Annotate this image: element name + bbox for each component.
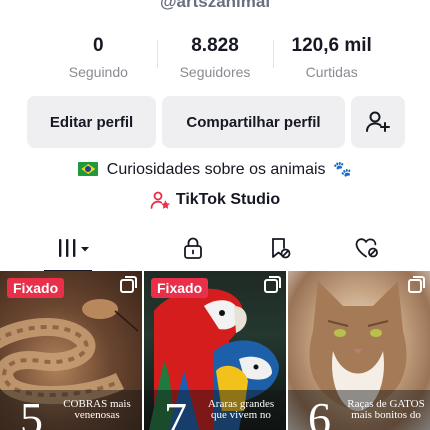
tiktok-studio-icon (150, 191, 170, 209)
stat-likes-label: Curtidas (305, 64, 358, 80)
brazil-flag-icon (78, 162, 99, 176)
stat-followers-value: 8.828 (191, 35, 239, 56)
pinned-badge: Fixado (151, 278, 209, 298)
stat-following[interactable]: 0 Seguindo (40, 34, 157, 80)
profile-stats: 0 Seguindo 8.828 Seguidores 120,6 mil Cu… (40, 34, 390, 80)
video-thumbnail[interactable]: Fixado 5 COBRAS mais venenosas (0, 271, 142, 430)
pinned-badge: Fixado (7, 278, 65, 298)
add-user-icon (366, 111, 390, 132)
liked-heart-icon (355, 238, 378, 258)
tab-videos[interactable] (0, 226, 150, 272)
video-grid: Fixado 5 COBRAS mais venenosas Fixado 7 … (0, 271, 430, 430)
tab-saved[interactable] (237, 226, 324, 270)
bio-text: Curiosidades sobre os animais (106, 161, 326, 178)
stat-followers[interactable]: 8.828 Seguidores (156, 34, 274, 80)
profile-username: @artszanimal (159, 0, 271, 11)
tiktok-studio-label: TikTok Studio (175, 191, 281, 208)
paw-icon: 🐾 (333, 161, 352, 178)
share-profile-button[interactable]: Compartilhar perfil (162, 96, 345, 148)
stat-likes[interactable]: 120,6 mil Curtidas (273, 34, 390, 80)
video-caption: COBRAS mais venenosas (63, 398, 131, 421)
video-caption: Raças de GATOS mais bonitos do (347, 398, 425, 421)
stat-followers-label: Seguidores (179, 64, 251, 80)
add-friend-button[interactable] (351, 96, 405, 148)
lock-icon (184, 237, 203, 259)
multi-photo-icon (408, 276, 425, 293)
tab-liked[interactable] (323, 226, 410, 270)
profile-tabs (0, 226, 430, 272)
multi-photo-icon (120, 276, 137, 293)
video-thumbnail[interactable]: Fixado 7 Araras grandes que vivem no (144, 271, 286, 430)
tiktok-studio-link[interactable]: TikTok Studio (0, 190, 430, 210)
stat-following-label: Seguindo (68, 64, 128, 80)
profile-actions: Editar perfil Compartilhar perfil (27, 96, 405, 148)
multi-photo-icon (264, 276, 281, 293)
videos-grid-icon (59, 239, 89, 257)
video-number: 7 (164, 393, 187, 430)
edit-profile-button[interactable]: Editar perfil (27, 96, 156, 148)
video-thumbnail[interactable]: 6 Raças de GATOS mais bonitos do (288, 271, 430, 430)
tab-private[interactable] (150, 226, 237, 270)
video-number: 6 (308, 393, 331, 430)
bookmark-icon (272, 238, 291, 259)
stat-likes-value: 120,6 mil (291, 35, 372, 56)
video-caption: Araras grandes que vivem no (207, 398, 275, 421)
video-number: 5 (20, 393, 43, 430)
profile-bio: Curiosidades sobre os animais 🐾 (0, 160, 430, 179)
stat-following-value: 0 (93, 35, 104, 56)
